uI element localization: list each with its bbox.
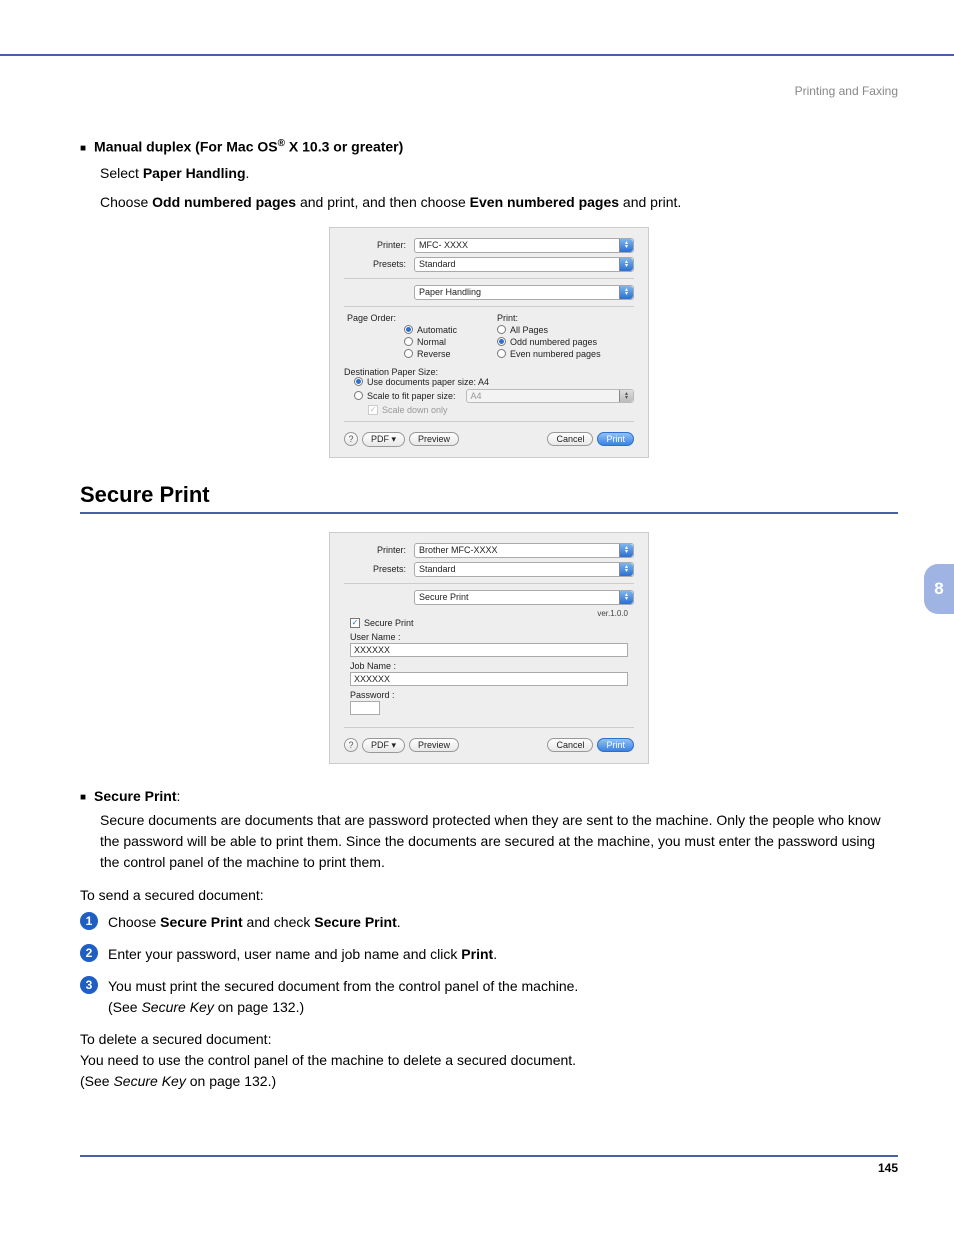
presets-label: Presets: bbox=[344, 259, 414, 269]
preview-button[interactable]: Preview bbox=[409, 738, 459, 752]
step-2-text: Enter your password, user name and job n… bbox=[108, 944, 497, 964]
user-name-label: User Name : bbox=[350, 632, 628, 642]
presets-select[interactable]: Standard ▴▾ bbox=[414, 562, 634, 577]
radio-normal[interactable] bbox=[404, 337, 413, 346]
page-number: 145 bbox=[878, 1161, 898, 1175]
bullet-icon: ■ bbox=[80, 143, 86, 154]
delete-ref: (See Secure Key on page 132.) bbox=[80, 1071, 898, 1092]
printer-select[interactable]: MFC- XXXX ▴▾ bbox=[414, 238, 634, 253]
help-button[interactable]: ? bbox=[344, 738, 358, 752]
preview-button[interactable]: Preview bbox=[409, 432, 459, 446]
dropdown-arrows-icon: ▴▾ bbox=[619, 239, 633, 252]
secure-print-dialog: Printer: Brother MFC-XXXX ▴▾ Presets: St… bbox=[329, 532, 649, 764]
cancel-button[interactable]: Cancel bbox=[547, 738, 593, 752]
presets-label: Presets: bbox=[344, 564, 414, 574]
password-label: Password : bbox=[350, 690, 628, 700]
print-button[interactable]: Print bbox=[597, 738, 634, 752]
radio-reverse[interactable] bbox=[404, 349, 413, 358]
version-text: ver.1.0.0 bbox=[350, 609, 628, 618]
printer-label: Printer: bbox=[344, 240, 414, 250]
radio-automatic[interactable] bbox=[404, 325, 413, 334]
delete-line: You need to use the control panel of the… bbox=[80, 1050, 898, 1071]
step-3-text: You must print the secured document from… bbox=[108, 976, 578, 1017]
dropdown-arrows-icon: ▴▾ bbox=[619, 591, 633, 604]
job-name-field[interactable]: XXXXXX bbox=[350, 672, 628, 686]
panel-select[interactable]: Paper Handling ▴▾ bbox=[414, 285, 634, 300]
dropdown-arrows-icon: ▴▾ bbox=[619, 544, 633, 557]
chapter-tab: 8 bbox=[924, 564, 954, 614]
step-3-badge: 3 bbox=[80, 976, 98, 994]
step-1-badge: 1 bbox=[80, 912, 98, 930]
footer-rule bbox=[80, 1155, 898, 1157]
print-label: Print: bbox=[497, 313, 518, 323]
panel-select[interactable]: Secure Print ▴▾ bbox=[414, 590, 634, 605]
secure-print-desc-heading: ■ Secure Print: bbox=[80, 788, 898, 804]
radio-even-pages[interactable] bbox=[497, 349, 506, 358]
secure-print-desc-body: Secure documents are documents that are … bbox=[100, 810, 898, 873]
checkbox-scale-down bbox=[368, 405, 378, 415]
password-field[interactable] bbox=[350, 701, 380, 715]
step-1-text: Choose Secure Print and check Secure Pri… bbox=[108, 912, 401, 932]
scale-paper-select: A4 ▴▾ bbox=[466, 389, 634, 403]
page-order-label: Page Order: bbox=[344, 313, 404, 323]
breadcrumb: Printing and Faxing bbox=[795, 84, 898, 98]
presets-select[interactable]: Standard ▴▾ bbox=[414, 257, 634, 272]
paper-handling-dialog: Printer: MFC- XXXX ▴▾ Presets: Standard … bbox=[329, 227, 649, 458]
print-button[interactable]: Print bbox=[597, 432, 634, 446]
job-name-label: Job Name : bbox=[350, 661, 628, 671]
instruction-select: Select Paper Handling. bbox=[100, 163, 898, 184]
dropdown-arrows-icon: ▴▾ bbox=[619, 390, 633, 402]
radio-odd-pages[interactable] bbox=[497, 337, 506, 346]
pdf-button[interactable]: PDF ▾ bbox=[362, 432, 405, 447]
section-rule bbox=[80, 512, 898, 514]
radio-use-doc-size[interactable] bbox=[354, 377, 363, 386]
step-2-badge: 2 bbox=[80, 944, 98, 962]
send-intro: To send a secured document: bbox=[80, 885, 898, 906]
radio-scale-fit[interactable] bbox=[354, 391, 363, 400]
radio-all-pages[interactable] bbox=[497, 325, 506, 334]
secure-print-heading: Secure Print bbox=[80, 482, 898, 508]
pdf-button[interactable]: PDF ▾ bbox=[362, 738, 405, 753]
user-name-field[interactable]: XXXXXX bbox=[350, 643, 628, 657]
bullet-icon: ■ bbox=[80, 792, 86, 803]
cancel-button[interactable]: Cancel bbox=[547, 432, 593, 446]
instruction-choose: Choose Odd numbered pages and print, and… bbox=[100, 192, 898, 213]
top-rule bbox=[0, 54, 954, 56]
dropdown-arrows-icon: ▴▾ bbox=[619, 286, 633, 299]
manual-duplex-heading: ■ Manual duplex (For Mac OS® X 10.3 or g… bbox=[80, 138, 898, 155]
help-button[interactable]: ? bbox=[344, 432, 358, 446]
checkbox-secure-print[interactable] bbox=[350, 618, 360, 628]
delete-intro: To delete a secured document: bbox=[80, 1029, 898, 1050]
dropdown-arrows-icon: ▴▾ bbox=[619, 563, 633, 576]
destination-paper-size-label: Destination Paper Size: bbox=[344, 367, 634, 377]
printer-select[interactable]: Brother MFC-XXXX ▴▾ bbox=[414, 543, 634, 558]
printer-label: Printer: bbox=[344, 545, 414, 555]
dropdown-arrows-icon: ▴▾ bbox=[619, 258, 633, 271]
